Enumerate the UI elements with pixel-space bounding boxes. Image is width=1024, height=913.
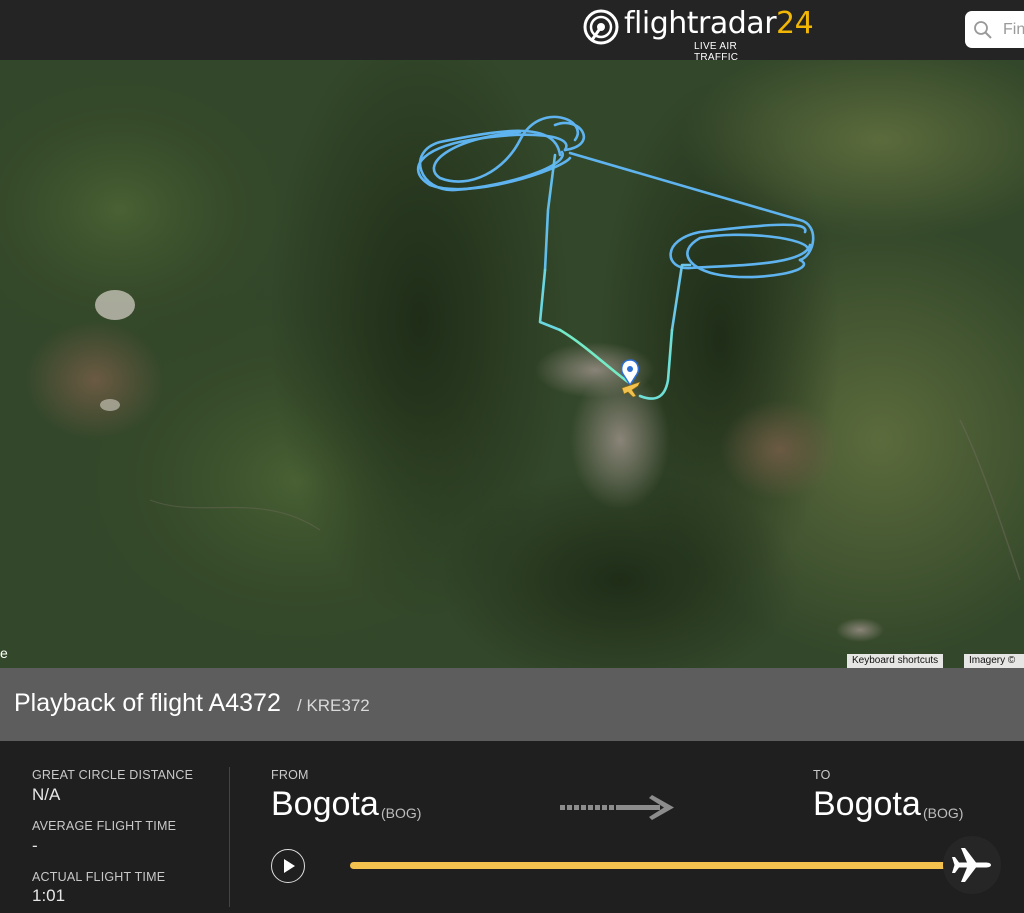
panel-divider bbox=[229, 767, 230, 907]
to-airport-code: (BOG) bbox=[923, 805, 964, 821]
average-flight-time-label: AVERAGE FLIGHT TIME bbox=[32, 819, 177, 833]
imagery-attribution[interactable]: Imagery © bbox=[964, 654, 1024, 668]
search-placeholder: Fin bbox=[1003, 21, 1024, 38]
flightradar24-logo[interactable]: flightradar24 LIVE AIR TRAFFIC bbox=[583, 6, 814, 63]
logo-wordmark: flightradar24 bbox=[624, 6, 814, 41]
search-input[interactable]: Fin bbox=[965, 11, 1024, 48]
to-label: TO bbox=[813, 768, 831, 782]
average-flight-time-value: - bbox=[32, 836, 38, 855]
route-arrow-icon bbox=[560, 795, 674, 820]
search-icon bbox=[974, 21, 992, 39]
map-edge-label: e bbox=[0, 645, 8, 661]
from-airport-code: (BOG) bbox=[381, 805, 422, 821]
great-circle-distance-value: N/A bbox=[32, 785, 61, 804]
flight-callsign: / KRE372 bbox=[297, 696, 370, 715]
airplane-icon bbox=[952, 848, 991, 882]
map-view[interactable]: e Keyboard shortcuts Imagery © bbox=[0, 60, 1024, 668]
from-label: FROM bbox=[271, 768, 309, 782]
flight-info-panel: GREAT CIRCLE DISTANCE N/A AVERAGE FLIGHT… bbox=[0, 741, 1024, 913]
from-city: Bogota bbox=[271, 785, 379, 823]
satellite-terrain bbox=[0, 60, 1024, 668]
top-bar: flightradar24 LIVE AIR TRAFFIC Fin bbox=[0, 0, 1024, 63]
to-city: Bogota bbox=[813, 785, 921, 823]
playback-progress-bar[interactable] bbox=[350, 862, 958, 869]
actual-flight-time-value: 1:01 bbox=[32, 886, 66, 905]
actual-flight-time-label: ACTUAL FLIGHT TIME bbox=[32, 870, 166, 884]
keyboard-shortcuts-link[interactable]: Keyboard shortcuts bbox=[847, 654, 944, 668]
playback-title-bar: Playback of flight A4372 / KRE372 bbox=[0, 668, 1024, 741]
playback-title: Playback of flight A4372 bbox=[14, 689, 281, 717]
playback-scrubber-handle[interactable] bbox=[943, 836, 1001, 894]
radar-logo-icon bbox=[583, 9, 619, 45]
great-circle-distance-label: GREAT CIRCLE DISTANCE bbox=[32, 768, 194, 782]
play-button[interactable] bbox=[271, 849, 305, 883]
